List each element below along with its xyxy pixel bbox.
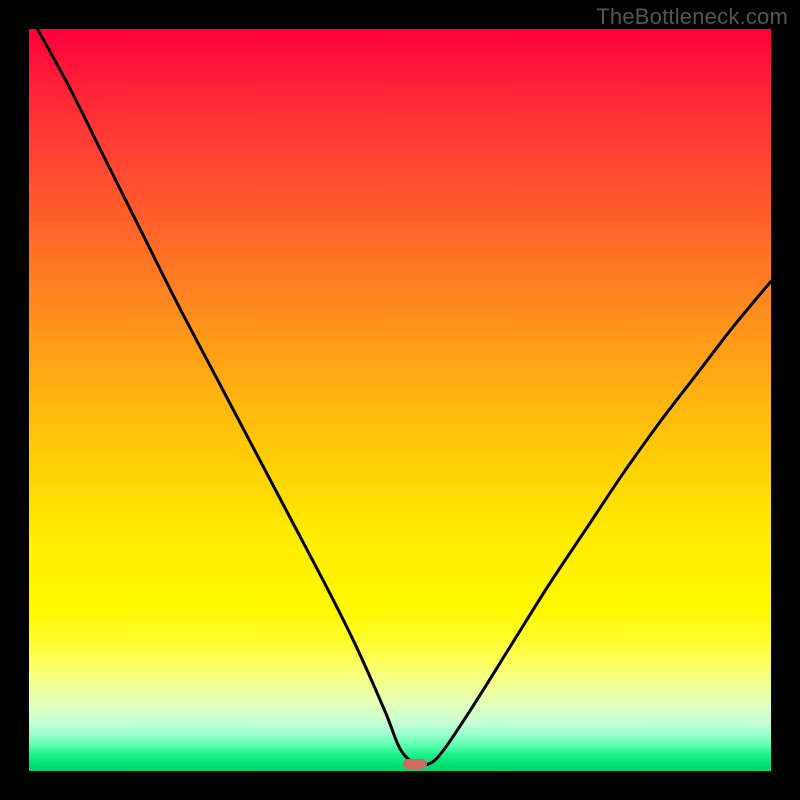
chart-frame: TheBottleneck.com [0, 0, 800, 800]
plot-area [29, 29, 771, 771]
bottleneck-curve [29, 14, 771, 765]
watermark-text: TheBottleneck.com [596, 4, 788, 30]
curve-layer [29, 29, 771, 771]
minimum-marker [403, 759, 427, 769]
